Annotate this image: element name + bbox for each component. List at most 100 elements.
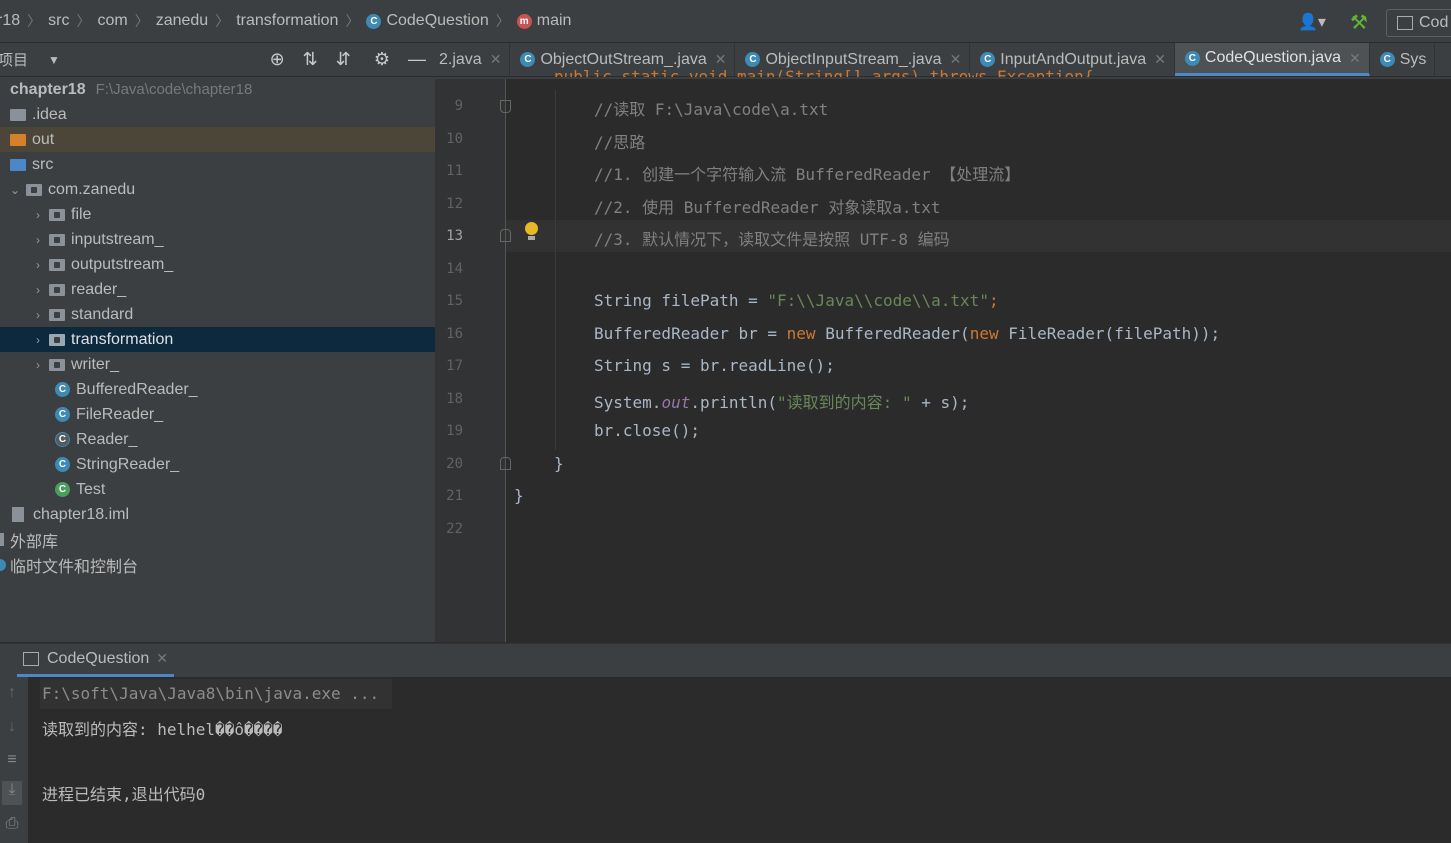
tree-item-file[interactable]: › file xyxy=(0,202,435,227)
breadcrumb-item-com[interactable]: com xyxy=(97,12,127,30)
class-icon: C xyxy=(366,13,382,29)
line-number: 14 xyxy=(446,261,463,277)
code-text: BufferedReader( xyxy=(815,324,970,343)
package-icon xyxy=(49,258,65,271)
close-icon[interactable]: ✕ xyxy=(1349,50,1361,67)
tree-item-inputstream[interactable]: › inputstream_ xyxy=(0,227,435,252)
fold-marker-icon[interactable] xyxy=(500,457,511,470)
chevron-right-icon[interactable]: › xyxy=(33,308,43,322)
arrow-up-icon[interactable]: ↑ xyxy=(2,684,22,702)
string-literal: "读取到的内容: " xyxy=(777,393,912,412)
fold-marker-icon[interactable] xyxy=(500,229,511,242)
lightbulb-icon[interactable] xyxy=(525,222,538,235)
class-icon: C xyxy=(55,382,70,397)
tab-codequestion[interactable]: C CodeQuestion.java ✕ xyxy=(1174,43,1370,76)
tab-sys[interactable]: C Sys xyxy=(1370,43,1436,76)
chevron-right-icon[interactable]: › xyxy=(33,208,43,222)
breadcrumb-item-src[interactable]: src xyxy=(48,12,69,30)
code-punct: ; xyxy=(988,291,999,310)
tree-item-iml[interactable]: chapter18.iml xyxy=(0,502,435,527)
tree-item-src[interactable]: src xyxy=(0,152,435,177)
code-line-11: //1. 创建一个字符输入流 BufferedReader 【处理流】 xyxy=(594,165,1021,184)
chevron-down-icon[interactable]: ⌄ xyxy=(10,183,20,197)
tree-item-path: F:\Java\code\chapter18 xyxy=(95,81,253,98)
tree-item-out[interactable]: out xyxy=(0,127,435,152)
locate-target-icon[interactable]: ⊕ xyxy=(270,49,285,70)
chevron-right-icon[interactable]: › xyxy=(33,258,43,272)
tree-item-stringreader[interactable]: C StringReader_ xyxy=(0,452,435,477)
package-icon xyxy=(49,208,65,221)
run-tab-codequestion[interactable]: CodeQuestion ✕ xyxy=(17,643,175,677)
tree-item-label: reader_ xyxy=(71,280,127,298)
tree-item-standard[interactable]: › standard xyxy=(0,302,435,327)
breadcrumb-item-method[interactable]: main xyxy=(537,12,572,30)
line-number: 20 xyxy=(446,456,463,472)
console-line-exit: 进程已结束,退出代码0 xyxy=(42,785,206,804)
hide-panel-icon[interactable]: — xyxy=(408,49,426,70)
code-line-10: //思路 xyxy=(594,133,646,152)
tree-item-com-zanedu[interactable]: ⌄ com.zanedu xyxy=(0,177,435,202)
tree-item-idea[interactable]: .idea xyxy=(0,102,435,127)
keyword: new xyxy=(786,324,816,343)
tree-item-label: src xyxy=(32,155,54,173)
tree-item-label: 外部库 xyxy=(10,533,59,551)
line-number: 18 xyxy=(446,391,463,407)
chevron-right-icon[interactable]: › xyxy=(33,283,43,297)
breadcrumb-separator-icon: 〉 xyxy=(27,13,42,29)
tabs-bottom-border xyxy=(435,77,1451,79)
tab-partial-java[interactable]: 2.java ✕ xyxy=(435,43,511,76)
tree-item-filereader[interactable]: C FileReader_ xyxy=(0,402,435,427)
tree-item-transformation[interactable]: › transformation xyxy=(0,327,435,352)
close-icon[interactable]: ✕ xyxy=(1154,51,1166,68)
line-number: 9 xyxy=(454,98,463,114)
expand-all-icon[interactable]: ⇅ xyxy=(303,49,318,70)
tree-item-label: transformation xyxy=(71,330,174,348)
gear-icon[interactable]: ⚙ xyxy=(374,49,390,70)
tree-item-reader-class[interactable]: C Reader_ xyxy=(0,427,435,452)
soft-wrap-icon[interactable]: ≡ xyxy=(2,751,22,769)
console-icon xyxy=(23,651,39,666)
close-icon[interactable]: ✕ xyxy=(490,51,502,68)
library-icon xyxy=(0,533,4,546)
code-line-12: //2. 使用 BufferedReader 对象读取a.txt xyxy=(594,198,941,217)
line-number: 12 xyxy=(446,196,463,212)
breadcrumb-item-zanedu[interactable]: zanedu xyxy=(156,12,209,30)
tree-item-label: 临时文件和控制台 xyxy=(10,558,139,576)
tree-item-outputstream[interactable]: › outputstream_ xyxy=(0,252,435,277)
tree-item-label: FileReader_ xyxy=(76,405,164,423)
user-dropdown-icon[interactable]: 👤▾ xyxy=(1298,12,1326,32)
close-icon[interactable]: ✕ xyxy=(156,650,168,667)
chevron-right-icon[interactable]: › xyxy=(33,333,43,347)
tree-item-bufferedreader[interactable]: C BufferedReader_ xyxy=(0,377,435,402)
breadcrumb-item-module[interactable]: r18 xyxy=(0,12,20,30)
chevron-right-icon[interactable]: › xyxy=(33,358,43,372)
package-icon xyxy=(26,183,42,196)
tree-item-reader[interactable]: › reader_ xyxy=(0,277,435,302)
code-line-15: String filePath = "F:\\Java\\code\\a.txt… xyxy=(594,291,999,310)
run-config-label: Cod xyxy=(1419,14,1449,31)
class-icon: C xyxy=(520,52,536,67)
tree-item-writer[interactable]: › writer_ xyxy=(0,352,435,377)
tree-item-scratches[interactable]: 临时文件和控制台 xyxy=(0,552,435,577)
tree-item-external-libraries[interactable]: 外部库 xyxy=(0,527,435,552)
project-view-selector[interactable]: 项目 xyxy=(0,49,28,70)
code-line-8-partial: public static void main(String[] args) t… xyxy=(554,60,1093,77)
tree-item-chapter18[interactable]: chapter18 F:\Java\code\chapter18 xyxy=(0,77,435,102)
breadcrumb-item-class[interactable]: CodeQuestion xyxy=(386,12,488,30)
scroll-to-end-icon[interactable]: ⤓ xyxy=(2,781,22,805)
breadcrumb-separator-icon: 〉 xyxy=(76,13,91,29)
build-hammer-icon[interactable]: ⚒ xyxy=(1350,10,1368,35)
iml-file-icon xyxy=(12,507,24,522)
chevron-right-icon[interactable]: › xyxy=(33,233,43,247)
arrow-down-icon[interactable]: ↓ xyxy=(2,718,22,736)
dropdown-arrow-icon[interactable]: ▼ xyxy=(48,53,60,67)
run-config-selector[interactable]: Cod xyxy=(1386,9,1451,37)
breadcrumb-item-transformation[interactable]: transformation xyxy=(236,12,338,30)
indent-guide xyxy=(555,90,556,450)
print-icon[interactable]: ⎙ xyxy=(2,815,22,833)
collapse-all-icon[interactable]: ⇵ xyxy=(336,49,351,70)
fold-marker-icon[interactable] xyxy=(500,100,511,113)
code-text: .println( xyxy=(690,393,778,412)
tree-item-test[interactable]: C Test xyxy=(0,477,435,502)
console-line-command: F:\soft\Java\Java8\bin\java.exe ... xyxy=(42,684,380,703)
